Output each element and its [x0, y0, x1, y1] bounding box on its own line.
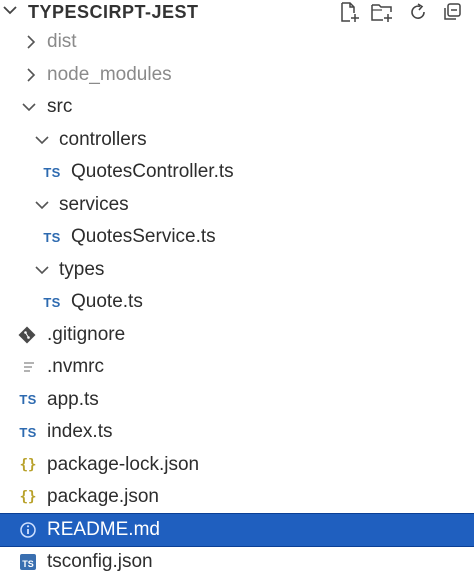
chevron-down-icon — [35, 198, 49, 212]
json-file-icon: {} — [19, 489, 37, 506]
typescript-file-icon: TS — [19, 424, 37, 440]
tree-item-label: app.ts — [47, 388, 99, 410]
typescript-file-icon: TS — [43, 229, 61, 245]
tree-item-label: index.ts — [47, 421, 113, 443]
refresh-icon[interactable] — [405, 0, 431, 24]
tree-item-node-modules[interactable]: node_modules — [0, 59, 474, 92]
tree-item-nvmrc[interactable]: .nvmrc — [0, 351, 474, 384]
tree-item-label: package.json — [47, 486, 159, 508]
tree-item-src[interactable]: src — [0, 91, 474, 124]
info-icon — [17, 519, 39, 541]
svg-text:TS: TS — [22, 559, 34, 569]
tree-item-readme-md[interactable]: README.md — [0, 512, 474, 547]
tree-item-label: src — [47, 96, 73, 118]
tree-item-label: node_modules — [47, 63, 172, 85]
tree-item-label: package-lock.json — [47, 453, 200, 475]
tree-item-label: Quote.ts — [71, 291, 143, 313]
tree-item-label: QuotesController.ts — [71, 161, 234, 183]
tree-item-label: dist — [47, 31, 77, 53]
explorer-title: TYPESCIRPT-JEST — [28, 2, 199, 22]
tree-item-gitignore[interactable]: .gitignore — [0, 319, 474, 352]
tree-item-tsconfig-json[interactable]: TS tsconfig.json — [0, 546, 474, 579]
tree-item-quotesservice-ts[interactable]: TS QuotesService.ts — [0, 221, 474, 254]
tree-item-label: controllers — [59, 128, 147, 150]
tree-item-package-json[interactable]: {} package.json — [0, 481, 474, 514]
tree-item-label: QuotesService.ts — [71, 226, 216, 248]
chevron-down-icon — [22, 100, 36, 114]
typescript-file-icon: TS — [43, 294, 61, 310]
tree-item-label: .nvmrc — [47, 356, 104, 378]
tree-item-quote-ts[interactable]: TS Quote.ts — [0, 286, 474, 319]
chevron-down-icon — [35, 133, 49, 147]
tree-item-label: .gitignore — [47, 323, 126, 345]
tree-item-controllers[interactable]: controllers — [0, 124, 474, 157]
tree-item-quotescontroller-ts[interactable]: TS QuotesController.ts — [0, 156, 474, 189]
git-icon — [16, 324, 38, 346]
chevron-right-icon — [24, 35, 38, 49]
tree-item-types[interactable]: types — [0, 254, 474, 287]
tree-item-label: services — [59, 193, 129, 215]
file-tree: dist node_modules src controllers TS Quo… — [0, 26, 474, 579]
tree-item-package-lock-json[interactable]: {} package-lock.json — [0, 449, 474, 482]
text-file-icon — [18, 356, 40, 378]
typescript-file-icon: TS — [19, 392, 37, 408]
tree-item-label: tsconfig.json — [47, 551, 153, 573]
tree-item-app-ts[interactable]: TS app.ts — [0, 384, 474, 417]
chevron-down-icon[interactable] — [2, 0, 18, 22]
new-folder-icon[interactable] — [369, 0, 395, 24]
tsconfig-file-icon: TS — [17, 551, 39, 573]
collapse-all-icon[interactable] — [439, 0, 465, 24]
new-file-icon[interactable] — [336, 0, 362, 24]
tree-item-dist[interactable]: dist — [0, 26, 474, 59]
typescript-file-icon: TS — [43, 164, 61, 180]
explorer-panel: TYPESCIRPT-JEST dist node_modules src co… — [0, 0, 474, 582]
explorer-header[interactable]: TYPESCIRPT-JEST — [0, 0, 474, 24]
json-file-icon: {} — [19, 456, 37, 473]
tree-item-label: README.md — [47, 518, 160, 540]
tree-item-services[interactable]: services — [0, 189, 474, 222]
chevron-right-icon — [24, 68, 38, 82]
tree-item-index-ts[interactable]: TS index.ts — [0, 416, 474, 449]
chevron-down-icon — [35, 263, 49, 277]
tree-item-label: types — [59, 258, 105, 280]
